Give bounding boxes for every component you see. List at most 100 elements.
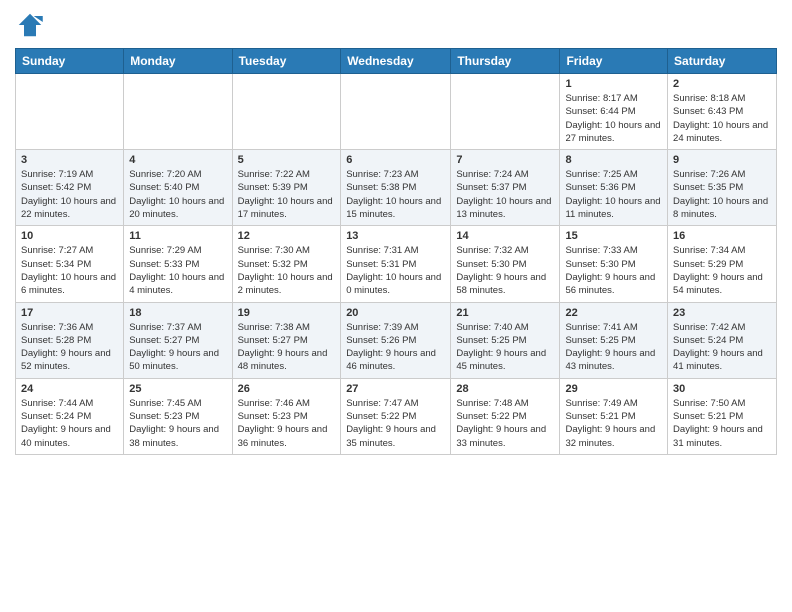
day-info: Sunrise: 7:31 AMSunset: 5:31 PMDaylight:… bbox=[346, 244, 445, 297]
header-row: SundayMondayTuesdayWednesdayThursdayFrid… bbox=[16, 49, 777, 74]
day-number: 7 bbox=[456, 154, 554, 166]
day-of-week-header: Sunday bbox=[16, 49, 124, 74]
day-of-week-header: Thursday bbox=[451, 49, 560, 74]
day-number: 25 bbox=[129, 383, 226, 395]
calendar-cell: 26 Sunrise: 7:46 AMSunset: 5:23 PMDayligh… bbox=[232, 378, 341, 454]
calendar-cell: 2 Sunrise: 8:18 AMSunset: 6:43 PMDaylight… bbox=[668, 74, 777, 150]
calendar-cell: 25 Sunrise: 7:45 AMSunset: 5:23 PMDayligh… bbox=[124, 378, 232, 454]
calendar-cell: 21Sunrise: 7:40 AMSunset: 5:25 PMDayligh… bbox=[451, 302, 560, 378]
day-of-week-header: Tuesday bbox=[232, 49, 341, 74]
day-number: 9 bbox=[673, 154, 771, 166]
day-info: Sunrise: 7:45 AMSunset: 5:23 PMDaylight:… bbox=[129, 397, 226, 450]
calendar-cell: 6Sunrise: 7:23 AMSunset: 5:38 PMDaylight… bbox=[341, 150, 451, 226]
day-number: 24 bbox=[21, 383, 118, 395]
day-number: 27 bbox=[346, 383, 445, 395]
day-number: 5 bbox=[238, 154, 336, 166]
day-of-week-header: Saturday bbox=[668, 49, 777, 74]
day-of-week-header: Friday bbox=[560, 49, 668, 74]
calendar-cell bbox=[341, 74, 451, 150]
day-info: Sunrise: 7:50 AMSunset: 5:21 PMDaylight:… bbox=[673, 397, 771, 450]
day-info: Sunrise: 7:46 AMSunset: 5:23 PMDaylight:… bbox=[238, 397, 336, 450]
day-number: 3 bbox=[21, 154, 118, 166]
day-number: 1 bbox=[565, 78, 662, 90]
calendar-week-row: 3 Sunrise: 7:19 AMSunset: 5:42 PMDaylight… bbox=[16, 150, 777, 226]
calendar-cell bbox=[451, 74, 560, 150]
day-number: 15 bbox=[565, 230, 662, 242]
calendar-cell: 4 Sunrise: 7:20 AMSunset: 5:40 PMDaylight… bbox=[124, 150, 232, 226]
day-info: Sunrise: 7:20 AMSunset: 5:40 PMDaylight:… bbox=[129, 168, 226, 221]
calendar-cell: 24 Sunrise: 7:44 AMSunset: 5:24 PMDayligh… bbox=[16, 378, 124, 454]
calendar-cell bbox=[16, 74, 124, 150]
day-number: 28 bbox=[456, 383, 554, 395]
day-info: Sunrise: 7:38 AMSunset: 5:27 PMDaylight:… bbox=[238, 321, 336, 374]
day-info: Sunrise: 7:24 AMSunset: 5:37 PMDaylight:… bbox=[456, 168, 554, 221]
day-info: Sunrise: 7:47 AMSunset: 5:22 PMDaylight:… bbox=[346, 397, 445, 450]
day-info: Sunrise: 7:22 AMSunset: 5:39 PMDaylight:… bbox=[238, 168, 336, 221]
day-info: Sunrise: 7:25 AMSunset: 5:36 PMDaylight:… bbox=[565, 168, 662, 221]
calendar-cell: 16 Sunrise: 7:34 AMSunset: 5:29 PMDayligh… bbox=[668, 226, 777, 302]
day-number: 22 bbox=[565, 307, 662, 319]
calendar-cell: 11 Sunrise: 7:29 AMSunset: 5:33 PMDayligh… bbox=[124, 226, 232, 302]
calendar-cell: 20Sunrise: 7:39 AMSunset: 5:26 PMDayligh… bbox=[341, 302, 451, 378]
calendar-cell: 12 Sunrise: 7:30 AMSunset: 5:32 PMDayligh… bbox=[232, 226, 341, 302]
day-info: Sunrise: 7:30 AMSunset: 5:32 PMDaylight:… bbox=[238, 244, 336, 297]
calendar-week-row: 17 Sunrise: 7:36 AMSunset: 5:28 PMDayligh… bbox=[16, 302, 777, 378]
calendar-cell: 3 Sunrise: 7:19 AMSunset: 5:42 PMDaylight… bbox=[16, 150, 124, 226]
calendar-cell: 30 Sunrise: 7:50 AMSunset: 5:21 PMDayligh… bbox=[668, 378, 777, 454]
day-info: Sunrise: 7:48 AMSunset: 5:22 PMDaylight:… bbox=[456, 397, 554, 450]
calendar-cell: 10 Sunrise: 7:27 AMSunset: 5:34 PMDayligh… bbox=[16, 226, 124, 302]
calendar-cell: 15Sunrise: 7:33 AMSunset: 5:30 PMDayligh… bbox=[560, 226, 668, 302]
day-number: 4 bbox=[129, 154, 226, 166]
calendar-week-row: 24 Sunrise: 7:44 AMSunset: 5:24 PMDayligh… bbox=[16, 378, 777, 454]
day-number: 23 bbox=[673, 307, 771, 319]
day-number: 12 bbox=[238, 230, 336, 242]
day-info: Sunrise: 8:18 AMSunset: 6:43 PMDaylight:… bbox=[673, 92, 771, 145]
day-number: 6 bbox=[346, 154, 445, 166]
calendar-cell: 14Sunrise: 7:32 AMSunset: 5:30 PMDayligh… bbox=[451, 226, 560, 302]
day-number: 30 bbox=[673, 383, 771, 395]
day-number: 20 bbox=[346, 307, 445, 319]
day-info: Sunrise: 7:42 AMSunset: 5:24 PMDaylight:… bbox=[673, 321, 771, 374]
calendar-cell: 1 Sunrise: 8:17 AMSunset: 6:44 PMDaylight… bbox=[560, 74, 668, 150]
calendar-cell bbox=[124, 74, 232, 150]
day-info: Sunrise: 7:19 AMSunset: 5:42 PMDaylight:… bbox=[21, 168, 118, 221]
day-number: 19 bbox=[238, 307, 336, 319]
calendar-week-row: 10 Sunrise: 7:27 AMSunset: 5:34 PMDayligh… bbox=[16, 226, 777, 302]
calendar-cell: 17 Sunrise: 7:36 AMSunset: 5:28 PMDayligh… bbox=[16, 302, 124, 378]
day-info: Sunrise: 7:26 AMSunset: 5:35 PMDaylight:… bbox=[673, 168, 771, 221]
day-info: Sunrise: 7:36 AMSunset: 5:28 PMDaylight:… bbox=[21, 321, 118, 374]
day-info: Sunrise: 8:17 AMSunset: 6:44 PMDaylight:… bbox=[565, 92, 662, 145]
day-info: Sunrise: 7:40 AMSunset: 5:25 PMDaylight:… bbox=[456, 321, 554, 374]
day-info: Sunrise: 7:27 AMSunset: 5:34 PMDaylight:… bbox=[21, 244, 118, 297]
day-info: Sunrise: 7:29 AMSunset: 5:33 PMDaylight:… bbox=[129, 244, 226, 297]
day-info: Sunrise: 7:44 AMSunset: 5:24 PMDaylight:… bbox=[21, 397, 118, 450]
calendar-cell: 23 Sunrise: 7:42 AMSunset: 5:24 PMDayligh… bbox=[668, 302, 777, 378]
day-number: 2 bbox=[673, 78, 771, 90]
day-info: Sunrise: 7:34 AMSunset: 5:29 PMDaylight:… bbox=[673, 244, 771, 297]
calendar: SundayMondayTuesdayWednesdayThursdayFrid… bbox=[15, 48, 777, 455]
calendar-cell: 28 Sunrise: 7:48 AMSunset: 5:22 PMDayligh… bbox=[451, 378, 560, 454]
logo-icon bbox=[15, 10, 45, 40]
calendar-cell: 7 Sunrise: 7:24 AMSunset: 5:37 PMDaylight… bbox=[451, 150, 560, 226]
logo bbox=[15, 10, 49, 40]
day-number: 10 bbox=[21, 230, 118, 242]
day-info: Sunrise: 7:32 AMSunset: 5:30 PMDaylight:… bbox=[456, 244, 554, 297]
day-of-week-header: Monday bbox=[124, 49, 232, 74]
day-number: 13 bbox=[346, 230, 445, 242]
day-number: 29 bbox=[565, 383, 662, 395]
day-number: 8 bbox=[565, 154, 662, 166]
calendar-cell: 29 Sunrise: 7:49 AMSunset: 5:21 PMDayligh… bbox=[560, 378, 668, 454]
calendar-cell bbox=[232, 74, 341, 150]
day-info: Sunrise: 7:37 AMSunset: 5:27 PMDaylight:… bbox=[129, 321, 226, 374]
day-number: 16 bbox=[673, 230, 771, 242]
calendar-week-row: 1 Sunrise: 8:17 AMSunset: 6:44 PMDaylight… bbox=[16, 74, 777, 150]
calendar-cell: 9 Sunrise: 7:26 AMSunset: 5:35 PMDaylight… bbox=[668, 150, 777, 226]
calendar-header: SundayMondayTuesdayWednesdayThursdayFrid… bbox=[16, 49, 777, 74]
day-number: 26 bbox=[238, 383, 336, 395]
day-info: Sunrise: 7:49 AMSunset: 5:21 PMDaylight:… bbox=[565, 397, 662, 450]
day-number: 17 bbox=[21, 307, 118, 319]
day-number: 18 bbox=[129, 307, 226, 319]
calendar-cell: 22Sunrise: 7:41 AMSunset: 5:25 PMDayligh… bbox=[560, 302, 668, 378]
day-number: 11 bbox=[129, 230, 226, 242]
calendar-cell: 27 Sunrise: 7:47 AMSunset: 5:22 PMDayligh… bbox=[341, 378, 451, 454]
